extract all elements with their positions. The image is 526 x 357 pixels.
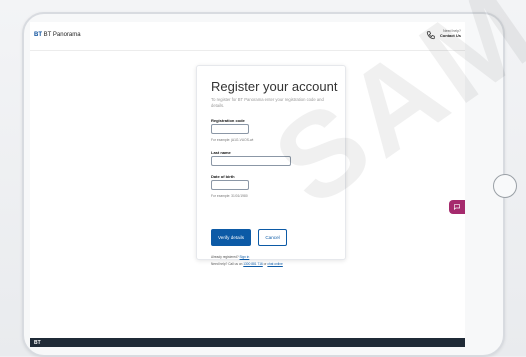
- page-subtitle: To register for BT Panorama enter your r…: [211, 97, 324, 108]
- footer: BT: [30, 338, 465, 347]
- cancel-button[interactable]: Cancel: [258, 229, 287, 246]
- last-name-input[interactable]: [211, 156, 291, 166]
- dob-hint: For example: 31/01/1980: [211, 194, 248, 198]
- already-registered-text: Already registered? Sign in: [211, 255, 249, 259]
- app-screen: BT BT Panorama Need help? Contact Us Reg…: [30, 22, 465, 347]
- chat-button[interactable]: [449, 200, 465, 214]
- sign-in-link[interactable]: Sign in: [240, 255, 250, 259]
- verify-details-button[interactable]: Verify details: [211, 229, 251, 246]
- footer-logo: BT: [34, 340, 41, 346]
- contact-us-link[interactable]: Contact Us: [440, 33, 461, 38]
- chat-icon: [454, 204, 460, 211]
- brand-logo-text: BT Panorama: [43, 32, 81, 38]
- registration-code-hint: For example: jA1G-VUOS-wt: [211, 138, 254, 142]
- page-title: Register your account: [211, 79, 338, 94]
- last-name-label: Last name: [211, 150, 231, 155]
- brand-logo[interactable]: BT BT Panorama: [34, 32, 81, 38]
- brand-logo-prefix: BT: [34, 32, 42, 38]
- contact-support[interactable]: Need help? Contact Us: [426, 29, 461, 40]
- registration-code-label: Registration code: [211, 118, 245, 123]
- already-registered-prefix: Already registered?: [211, 255, 239, 259]
- support-text: Need help? Contact Us: [440, 29, 461, 38]
- phone-link[interactable]: 1300 881 716: [243, 262, 263, 266]
- registration-code-input[interactable]: [211, 124, 249, 134]
- home-button[interactable]: [493, 174, 517, 198]
- header: BT BT Panorama Need help? Contact Us: [30, 22, 465, 51]
- help-prefix: Need help? Call us on: [211, 262, 243, 266]
- chat-online-link[interactable]: chat online: [267, 262, 282, 266]
- phone-icon: [426, 31, 435, 40]
- dob-label: Date of birth: [211, 174, 235, 179]
- dob-input[interactable]: [211, 180, 249, 190]
- help-text: Need help? Call us on 1300 881 716 or ch…: [211, 262, 283, 266]
- register-card: Register your account To register for BT…: [196, 65, 346, 266]
